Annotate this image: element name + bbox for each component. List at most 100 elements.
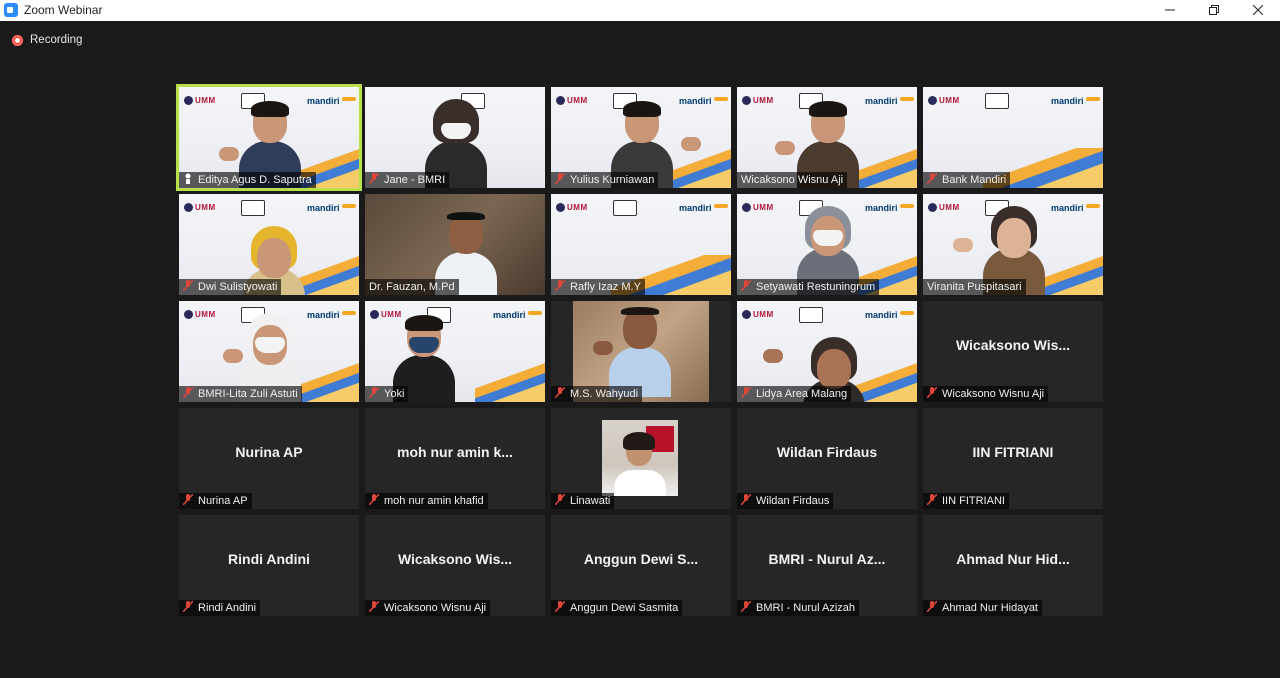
- participant-nameplate: BMRI-Lita Zuli Astuti: [179, 386, 302, 402]
- umm-logo: UMM: [742, 310, 787, 320]
- participant-tile[interactable]: Rindi Andini Rindi Andini: [179, 515, 359, 616]
- muted-mic-icon: [183, 280, 193, 291]
- webinar-banner: UMM mandiri: [737, 305, 917, 323]
- mandiri-logo: mandiri: [307, 203, 355, 213]
- participant-tile[interactable]: BMRI - Nurul Az... BMRI - Nurul Azizah: [737, 515, 917, 616]
- participant-display-name: Rindi Andini: [228, 551, 310, 567]
- kampus-merdeka-logo: [241, 200, 265, 216]
- participant-nameplate: Linawati: [551, 493, 615, 509]
- participant-tile[interactable]: moh nur amin k... moh nur amin khafid: [365, 408, 545, 509]
- participant-nameplate: Dr. Fauzan, M.Pd: [365, 279, 459, 295]
- umm-logo: UMM: [928, 96, 973, 106]
- muted-mic-icon: [183, 494, 193, 505]
- participant-tile[interactable]: UMM mandiri Dwi Sulistyowati: [179, 194, 359, 295]
- mandiri-logo: mandiri: [493, 310, 541, 320]
- mandiri-logo: mandiri: [865, 203, 913, 213]
- participant-nameplate: Nurina AP: [179, 493, 252, 509]
- participant-nameplate: Editya Agus D. Saputra: [179, 172, 316, 188]
- participant-tile[interactable]: M.S. Wahyudi: [551, 301, 731, 402]
- participant-display-name: Nurina AP: [235, 444, 303, 460]
- kampus-merdeka-logo: [613, 200, 637, 216]
- participant-tile[interactable]: Wicaksono Wis... Wicaksono Wisnu Aji: [923, 301, 1103, 402]
- close-icon: [1253, 5, 1263, 15]
- participant-nameplate: Setyawati Restuningrum: [737, 279, 880, 295]
- participant-nameplate: Ahmad Nur Hidayat: [923, 600, 1042, 616]
- participant-tile[interactable]: UMM mandiri Lidya Area Malang: [737, 301, 917, 402]
- participant-tile[interactable]: Dr. Fauzan, M.Pd: [365, 194, 545, 295]
- participant-display-name: Wicaksono Wis...: [955, 337, 1071, 353]
- muted-mic-icon: [183, 387, 193, 398]
- participant-nameplate: Yoki: [365, 386, 409, 402]
- umm-logo: UMM: [184, 203, 229, 213]
- participant-tile[interactable]: Nurina AP Nurina AP: [179, 408, 359, 509]
- zoom-app-icon: [4, 3, 18, 17]
- participant-tile[interactable]: UMM mandiri BMRI-Lita Zuli Astuti: [179, 301, 359, 402]
- participant-nameplate: Anggun Dewi Sasmita: [551, 600, 683, 616]
- banner-wave: [475, 362, 545, 402]
- participant-nameplate: Lidya Area Malang: [737, 386, 852, 402]
- participant-nameplate: Wicaksono Wisnu Aji: [737, 172, 848, 188]
- participant-tile[interactable]: IIN FITRIANI IIN FITRIANI: [923, 408, 1103, 509]
- minimize-icon: [1165, 9, 1175, 11]
- muted-mic-icon: [369, 387, 379, 398]
- hand-gesture: [593, 341, 613, 355]
- muted-mic-icon: [927, 173, 937, 184]
- participant-tile[interactable]: UMM mandiri Yoki: [365, 301, 545, 402]
- mandiri-logo: mandiri: [865, 96, 913, 106]
- muted-mic-icon: [555, 387, 565, 398]
- participant-nameplate: IIN FITRIANI: [923, 493, 1009, 509]
- participant-tile[interactable]: UMM mandiri Editya Agus D. Saputra: [176, 84, 362, 191]
- participant-tile[interactable]: UMM mandiri Viranita Puspitasari: [923, 194, 1103, 295]
- muted-mic-icon: [369, 173, 379, 184]
- participant-nameplate: Wicaksono Wisnu Aji: [923, 386, 1049, 402]
- hand-gesture: [775, 141, 795, 155]
- participant-nameplate: Dwi Sulistyowati: [179, 279, 282, 295]
- participant-display-name: BMRI - Nurul Az...: [768, 551, 886, 567]
- participant-tile[interactable]: Ahmad Nur Hid... Ahmad Nur Hidayat: [923, 515, 1103, 616]
- minimize-button[interactable]: [1148, 0, 1192, 21]
- participant-nameplate: Bank Mandiri: [923, 172, 1011, 188]
- participant-nameplate: moh nur amin khafid: [365, 493, 488, 509]
- hand-gesture: [223, 349, 243, 363]
- mandiri-logo: mandiri: [679, 96, 727, 106]
- mandiri-logo: mandiri: [865, 310, 913, 320]
- mandiri-logo: mandiri: [307, 96, 355, 106]
- mandiri-logo: mandiri: [1051, 96, 1099, 106]
- participant-nameplate: Yulius Kurniawan: [551, 172, 659, 188]
- hand-gesture: [763, 349, 783, 363]
- participant-gallery: UMM mandiri Editya Agus D. Saputra Jane …: [176, 84, 1103, 616]
- muted-mic-icon: [369, 494, 379, 505]
- window-title-bar: Zoom Webinar: [0, 0, 1280, 21]
- mandiri-logo: mandiri: [1051, 203, 1099, 213]
- umm-logo: UMM: [184, 96, 229, 106]
- umm-logo: UMM: [556, 96, 601, 106]
- participant-tile[interactable]: UMM mandiri Rafly Izaz M.Y: [551, 194, 731, 295]
- participant-tile[interactable]: Wicaksono Wis... Wicaksono Wisnu Aji: [365, 515, 545, 616]
- participant-tile[interactable]: UMM mandiri Bank Mandiri: [923, 87, 1103, 188]
- participant-tile[interactable]: Wildan Firdaus Wildan Firdaus: [737, 408, 917, 509]
- webinar-banner: UMM mandiri: [923, 91, 1103, 109]
- participant-tile[interactable]: UMM mandiri Yulius Kurniawan: [551, 87, 731, 188]
- participant-tile[interactable]: Anggun Dewi S... Anggun Dewi Sasmita: [551, 515, 731, 616]
- participant-display-name: Wildan Firdaus: [776, 444, 878, 460]
- spotlight-icon: [183, 173, 193, 184]
- muted-mic-icon: [555, 280, 565, 291]
- participant-tile[interactable]: Jane - BMRI: [365, 87, 545, 188]
- participant-display-name: Anggun Dewi S...: [583, 551, 699, 567]
- participant-nameplate: BMRI - Nurul Azizah: [737, 600, 860, 616]
- participant-nameplate: Rindi Andini: [179, 600, 261, 616]
- participant-tile[interactable]: Linawati: [551, 408, 731, 509]
- participant-nameplate: Wicaksono Wisnu Aji: [365, 600, 491, 616]
- close-button[interactable]: [1236, 0, 1280, 21]
- participant-display-name: Wicaksono Wis...: [397, 551, 513, 567]
- participant-nameplate: Rafly Izaz M.Y: [551, 279, 645, 295]
- restore-button[interactable]: [1192, 0, 1236, 21]
- participant-nameplate: Wildan Firdaus: [737, 493, 834, 509]
- muted-mic-icon: [555, 601, 565, 612]
- participant-display-name: Ahmad Nur Hid...: [956, 551, 1070, 567]
- kampus-merdeka-logo: [985, 93, 1009, 109]
- participant-tile[interactable]: UMM mandiri Wicaksono Wisnu Aji: [737, 87, 917, 188]
- participant-nameplate: Viranita Puspitasari: [923, 279, 1026, 295]
- muted-mic-icon: [369, 601, 379, 612]
- participant-tile[interactable]: UMM mandiri Setyawati Restuningrum: [737, 194, 917, 295]
